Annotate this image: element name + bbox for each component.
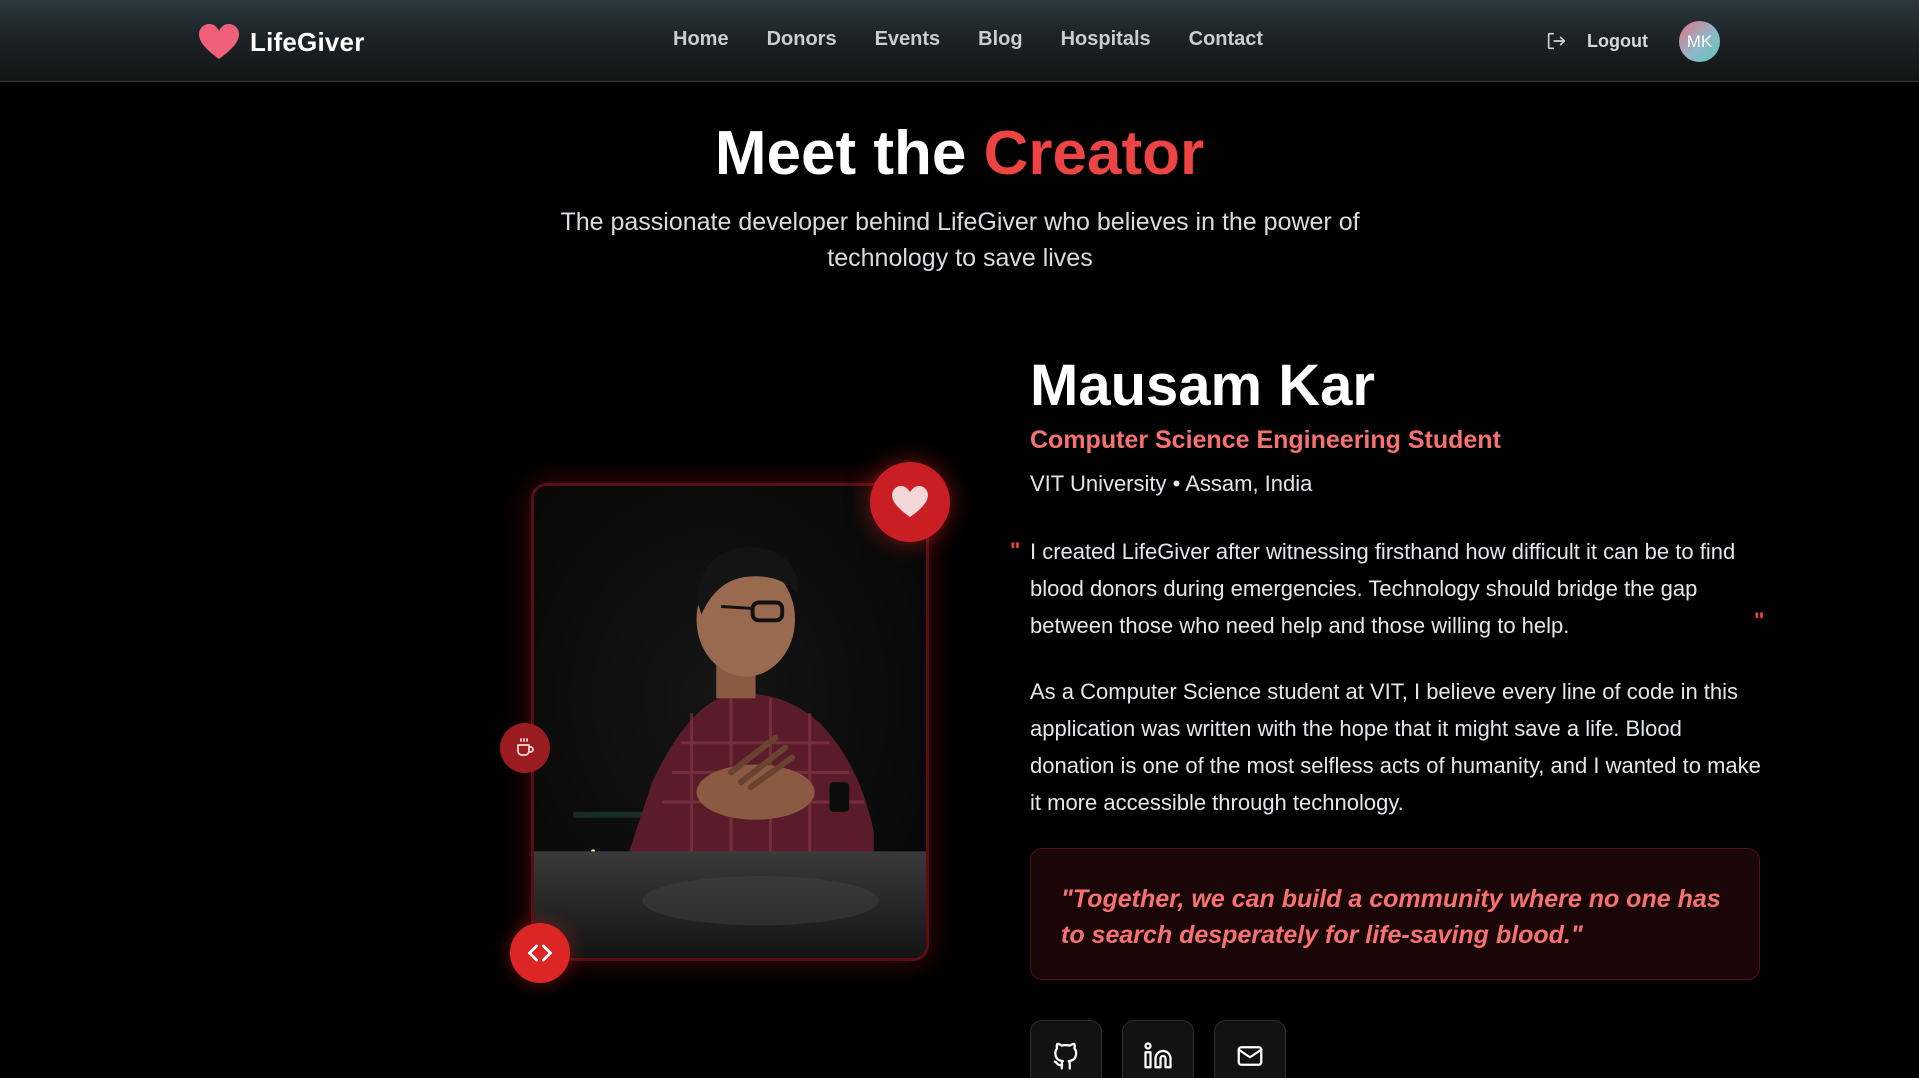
linkedin-icon: [1144, 1042, 1172, 1069]
github-icon: [1053, 1042, 1078, 1070]
mail-icon: [1237, 1046, 1263, 1066]
linkedin-link[interactable]: [1122, 1020, 1194, 1078]
creator-location: VIT University • Assam, India: [1030, 471, 1313, 496]
page-title: Meet the Creator: [0, 118, 1919, 189]
creator-name: Mausam Kar: [1030, 353, 1375, 418]
top-navbar: LifeGiver Home Donors Events Blog Hospit…: [0, 0, 1919, 82]
nav-contact[interactable]: Contact: [1170, 28, 1282, 51]
coffee-icon: [517, 738, 534, 756]
creator-role: Computer Science Engineering Student: [1030, 426, 1501, 454]
portrait-image: [534, 486, 926, 958]
nav-hospitals[interactable]: Hospitals: [1042, 28, 1170, 51]
code-badge[interactable]: [510, 923, 570, 983]
social-links: [1030, 1020, 1286, 1078]
nav-home[interactable]: Home: [654, 28, 748, 51]
code-icon: [528, 944, 552, 962]
main-nav: Home Donors Events Blog Hospitals Contac…: [654, 28, 1282, 51]
motto-card: "Together, we can build a community wher…: [1030, 848, 1760, 980]
quote-mark-close: ": [1754, 608, 1765, 633]
creator-paragraph: As a Computer Science student at VIT, I …: [1030, 679, 1761, 815]
nav-events[interactable]: Events: [856, 28, 960, 51]
heart-badge[interactable]: [870, 462, 950, 542]
heart-icon: [199, 24, 239, 59]
title-prefix: Meet the: [714, 119, 967, 188]
brand-name: LifeGiver: [250, 26, 365, 57]
email-link[interactable]: [1214, 1020, 1286, 1078]
creator-quote: I created LifeGiver after witnessing fir…: [1030, 539, 1736, 638]
quote-mark-open: ": [1010, 538, 1021, 563]
user-avatar[interactable]: MK: [1679, 21, 1720, 62]
creator-photo: [531, 483, 929, 961]
nav-blog[interactable]: Blog: [959, 28, 1041, 51]
logout-button[interactable]: Logout: [1545, 30, 1648, 52]
title-accent: Creator: [983, 119, 1205, 188]
logout-label: Logout: [1587, 30, 1648, 51]
motto-text: "Together, we can build a community wher…: [1061, 885, 1721, 949]
github-link[interactable]: [1030, 1020, 1102, 1078]
nav-donors[interactable]: Donors: [748, 28, 856, 51]
logout-icon: [1547, 32, 1566, 50]
page-subtitle: The passionate developer behind LifeGive…: [560, 208, 1360, 272]
brand-logo[interactable]: LifeGiver: [198, 22, 365, 62]
coffee-badge[interactable]: [500, 723, 550, 773]
heart-icon: [892, 485, 928, 518]
